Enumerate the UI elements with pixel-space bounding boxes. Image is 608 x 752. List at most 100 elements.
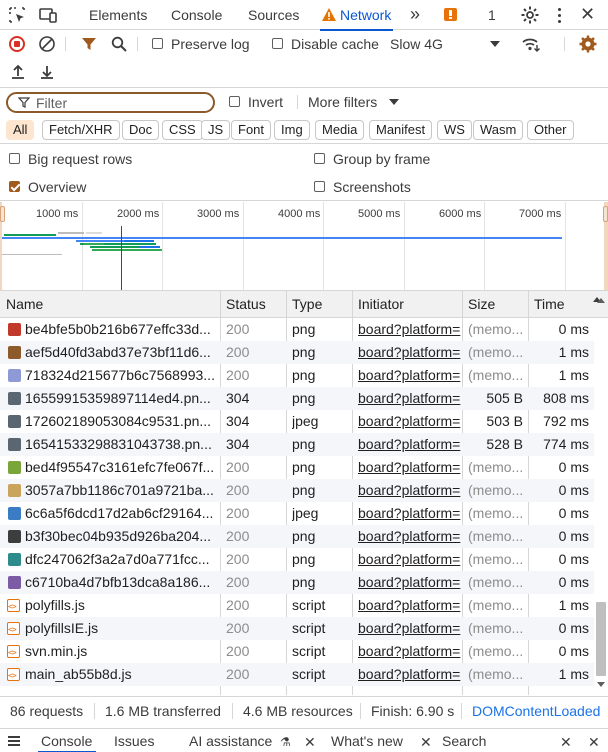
column-header-initiator[interactable]: Initiator [358, 291, 404, 318]
request-initiator[interactable]: board?platform= [358, 433, 462, 456]
more-filters-dropdown[interactable]: More filters [308, 88, 404, 116]
request-initiator[interactable]: board?platform= [358, 410, 462, 433]
type-filter-doc[interactable]: Doc [122, 120, 160, 140]
request-initiator[interactable]: board?platform= [358, 456, 462, 479]
big-request-rows-checkbox[interactable] [9, 153, 20, 164]
request-name[interactable]: aef5d40fd3abd37e73bf11d6... [25, 341, 217, 364]
tab-elements[interactable]: Elements [89, 0, 147, 30]
network-settings-gear-icon[interactable] [578, 34, 598, 54]
request-initiator[interactable]: board?platform= [358, 640, 462, 663]
overview-left-grip[interactable] [0, 206, 5, 222]
type-filter-wasm[interactable]: Wasm [473, 120, 524, 140]
disable-cache-checkbox[interactable] [272, 38, 283, 49]
tab-console[interactable]: Console [171, 0, 222, 30]
request-row[interactable]: svn.min.js 200 script board?platform= (memo.… [0, 640, 594, 664]
drawer-tab-whats-new[interactable]: What's new [331, 729, 403, 752]
type-filter-all[interactable]: All [6, 120, 35, 140]
type-filter-js[interactable]: JS [201, 120, 231, 140]
request-name[interactable]: main_ab55b8d.js [25, 663, 217, 686]
request-name[interactable]: polyfills.js [25, 594, 217, 617]
close-ai-tab-icon[interactable]: ✕ [304, 734, 316, 751]
column-header-status[interactable]: Status [226, 291, 266, 318]
close-devtools-icon[interactable]: ✕ [580, 4, 595, 25]
type-filter-media[interactable]: Media [315, 120, 365, 140]
request-initiator[interactable]: board?platform= [358, 341, 462, 364]
close-whats-new-tab-icon[interactable]: ✕ [420, 734, 432, 751]
tab-network[interactable]: Network [319, 0, 394, 31]
request-row[interactable]: polyfillsIE.js 200 script board?platform= (m… [0, 617, 594, 641]
record-stop-icon[interactable] [9, 36, 25, 52]
drawer-menu-icon[interactable] [8, 736, 20, 746]
request-initiator[interactable]: board?platform= [358, 364, 462, 387]
request-name[interactable]: bed4f95547c3161efc7fe067f... [25, 456, 217, 479]
request-name[interactable]: 16541533298831043738.pn... [25, 433, 217, 456]
column-header-time[interactable]: Time [534, 291, 565, 318]
issues-badge[interactable] [444, 6, 464, 24]
drawer-tab-issues[interactable]: Issues [114, 729, 154, 752]
request-name[interactable]: 3057a7bb1186c701a9721ba... [25, 479, 217, 502]
request-initiator[interactable]: board?platform= [358, 502, 462, 525]
request-initiator[interactable]: board?platform= [358, 387, 462, 410]
preserve-log-checkbox[interactable] [152, 38, 163, 49]
filter-input[interactable] [36, 95, 206, 111]
type-filter-ws[interactable]: WS [437, 120, 472, 140]
search-icon[interactable] [111, 36, 127, 52]
request-row[interactable]: c6710ba4d7bfb13dca8a186... 200 png board?pl… [0, 571, 594, 594]
type-filter-fetch-xhr[interactable]: Fetch/XHR [42, 120, 120, 140]
close-search-tab-icon[interactable]: ✕ [560, 734, 572, 751]
column-header-size[interactable]: Size [468, 291, 495, 318]
request-name[interactable]: b3f30bec04b935d926ba204... [25, 525, 217, 548]
filter-funnel-icon[interactable] [81, 37, 97, 51]
group-by-frame-checkbox[interactable] [314, 153, 325, 164]
clear-icon[interactable] [39, 36, 55, 52]
request-name[interactable]: 172602189053084c9531.pn... [25, 410, 217, 433]
invert-checkbox[interactable] [229, 96, 240, 107]
request-name[interactable]: polyfillsIE.js [25, 617, 217, 640]
scroll-down-arrow-icon[interactable] [597, 682, 605, 687]
type-filter-font[interactable]: Font [231, 120, 272, 140]
throttling-select[interactable]: Slow 4G [390, 30, 506, 58]
request-initiator[interactable]: board?platform= [358, 594, 462, 617]
type-filter-other[interactable]: Other [527, 120, 574, 140]
request-name[interactable]: be4bfe5b0b216b677effc33d... [25, 318, 217, 341]
request-row[interactable]: be4bfe5b0b216b677effc33d... 200 png board?p… [0, 318, 594, 341]
tab-sources[interactable]: Sources [248, 0, 299, 30]
network-conditions-wifi-icon[interactable] [521, 36, 541, 52]
filter-input-box[interactable] [6, 92, 215, 113]
request-row[interactable]: 3057a7bb1186c701a9721ba... 200 png board?pl… [0, 479, 594, 502]
close-drawer-icon[interactable]: ✕ [588, 734, 600, 751]
scrollbar-thumb[interactable] [596, 602, 606, 676]
request-row[interactable]: main_ab55b8d.js 200 script board?platform= (… [0, 663, 594, 687]
request-name[interactable]: svn.min.js [25, 640, 217, 663]
request-initiator[interactable]: board?platform= [358, 548, 462, 571]
request-initiator[interactable]: board?platform= [358, 479, 462, 502]
request-name[interactable]: 16559915359897114ed4.pn... [25, 387, 217, 410]
request-row[interactable]: 172602189053084c9531.pn... 304 jpeg board?p… [0, 410, 594, 433]
request-row[interactable]: polyfills.js 200 script board?platform= (mem… [0, 594, 594, 618]
table-vertical-scrollbar[interactable] [594, 298, 608, 695]
more-tabs-icon[interactable]: » [410, 5, 420, 23]
type-filter-manifest[interactable]: Manifest [369, 120, 433, 140]
import-har-icon[interactable] [11, 64, 25, 80]
export-har-icon[interactable] [40, 64, 54, 80]
request-row[interactable]: b3f30bec04b935d926ba204... 200 png board?pl… [0, 525, 594, 548]
network-overview-timeline[interactable]: 1000 ms 2000 ms 3000 ms 4000 ms 5000 ms … [0, 202, 608, 291]
drawer-tab-console[interactable]: Console [41, 729, 92, 752]
settings-gear-icon[interactable] [520, 5, 540, 25]
request-name[interactable]: 6c6a5f6dcd17d2ab6cf29164... [25, 502, 217, 525]
request-name[interactable]: c6710ba4d7bfb13dca8a186... [25, 571, 217, 594]
screenshots-checkbox[interactable] [314, 181, 325, 192]
device-toolbar-icon[interactable] [38, 6, 58, 24]
drawer-tab-search[interactable]: Search [442, 729, 486, 752]
request-row[interactable]: bed4f95547c3161efc7fe067f... 200 png board?… [0, 456, 594, 479]
request-row[interactable]: aef5d40fd3abd37e73bf11d6... 200 png board?p… [0, 341, 594, 364]
request-row[interactable]: dfc247062f3a2a7d0a771fcc... 200 png board?p… [0, 548, 594, 571]
request-row[interactable]: 718324d215677b6c7568993... 200 png board?pl… [0, 364, 594, 387]
column-header-name[interactable]: Name [6, 291, 43, 318]
request-initiator[interactable]: board?platform= [358, 617, 462, 640]
overview-checkbox[interactable] [9, 181, 20, 192]
request-initiator[interactable]: board?platform= [358, 318, 462, 341]
request-initiator[interactable]: board?platform= [358, 571, 462, 594]
request-name[interactable]: dfc247062f3a2a7d0a771fcc... [25, 548, 217, 571]
overview-right-grip[interactable] [603, 206, 608, 222]
